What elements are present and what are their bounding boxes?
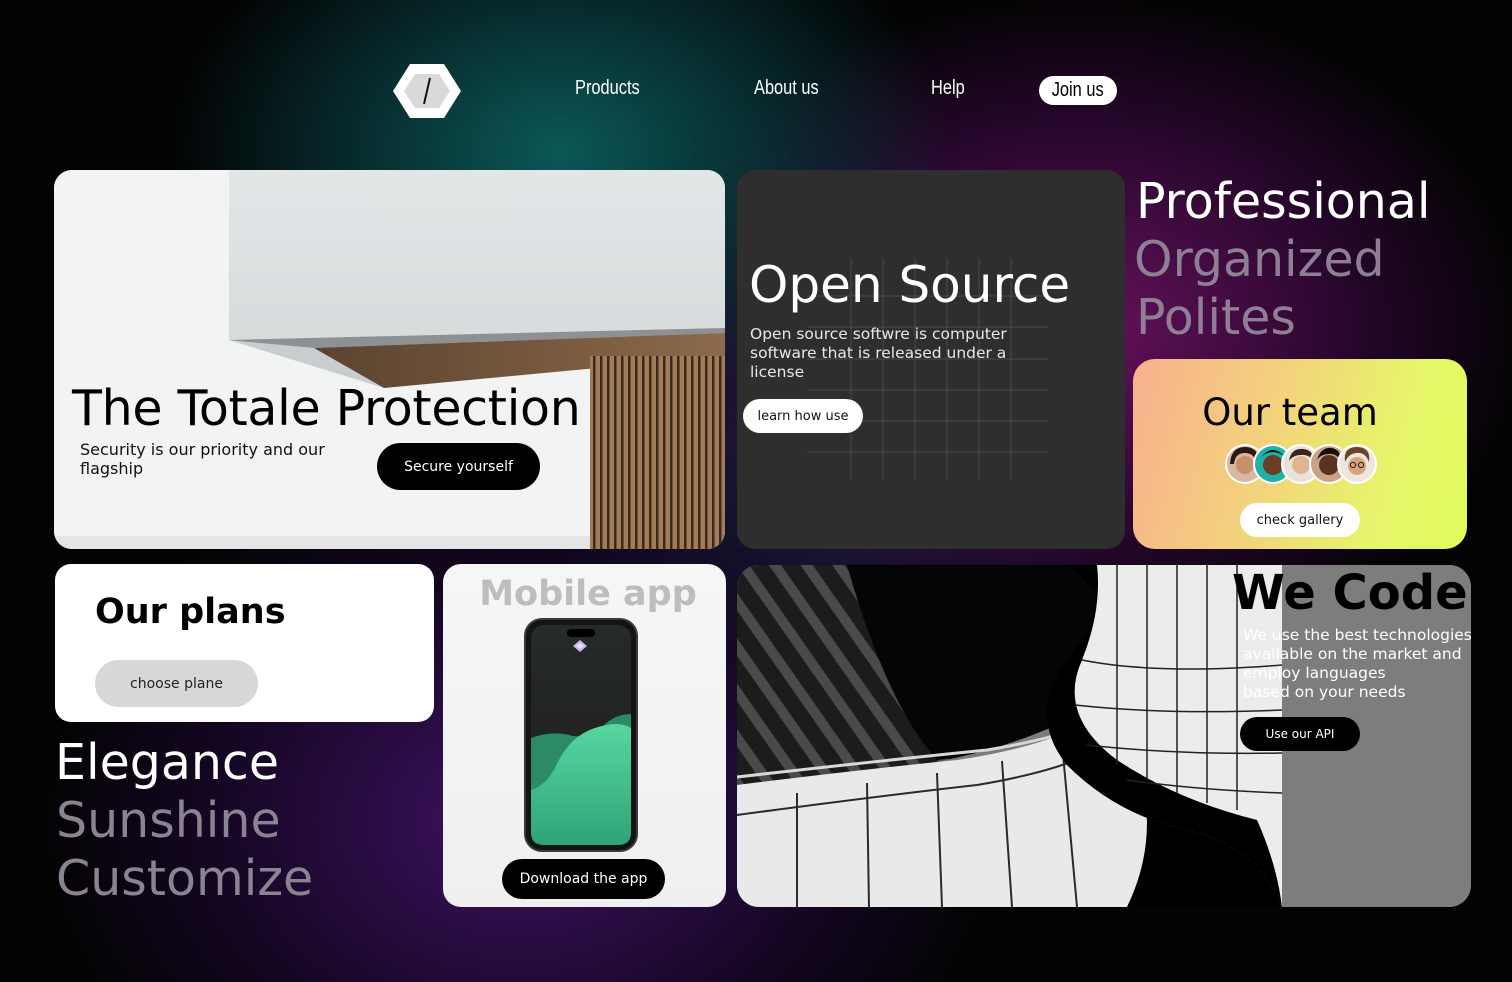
use-our-api-button[interactable]: Use our API (1240, 717, 1360, 751)
check-gallery-button[interactable]: check gallery (1240, 503, 1360, 537)
architecture-image (54, 170, 725, 549)
value-sunshine: Sunshine (56, 792, 281, 849)
join-us-button[interactable]: Join us (1039, 76, 1117, 105)
open-source-subtitle: Open source softwre is computer software… (750, 325, 1007, 381)
value-professional: Professional (1136, 173, 1431, 230)
team-avatars (1225, 444, 1377, 484)
team-title: Our team (1202, 391, 1378, 434)
nav-products[interactable]: Products (575, 77, 640, 100)
plans-title: Our plans (95, 592, 286, 632)
secure-yourself-button[interactable]: Secure yourself (377, 443, 540, 490)
nav-about-us[interactable]: About us (754, 77, 819, 100)
protection-subtitle: Security is our priority and our flagshi… (80, 440, 325, 478)
choose-plane-button[interactable]: choose plane (95, 660, 258, 707)
we-code-line: available on the market and (1243, 645, 1462, 663)
nav-help[interactable]: Help (931, 77, 965, 100)
open-source-card: Open Source Open source softwre is compu… (737, 170, 1125, 549)
phone-mockup (524, 618, 638, 852)
we-code-line: We use the best technologies (1243, 626, 1471, 644)
learn-how-use-button[interactable]: learn how use (743, 399, 863, 433)
download-app-button[interactable]: Download the app (502, 859, 665, 899)
value-customize: Customize (56, 850, 314, 907)
mobile-app-card: Mobile app Download the app (443, 564, 726, 907)
join-us-label: Join us (1052, 79, 1104, 101)
plans-card: Our plans choose plane (55, 564, 434, 722)
logo[interactable] (392, 62, 462, 120)
value-polites: Polites (1136, 289, 1296, 346)
we-code-line: employ languages (1243, 664, 1386, 682)
we-code-line: based on your needs (1243, 683, 1406, 701)
value-organized: Organized (1134, 231, 1385, 288)
open-source-title: Open Source (749, 256, 1071, 314)
we-code-card: We Code We use the best technologies ava… (737, 565, 1471, 907)
team-card: Our team check gallery (1133, 359, 1467, 549)
we-code-title: We Code (1232, 565, 1468, 621)
value-elegance: Elegance (55, 734, 279, 791)
mobile-app-title: Mobile app (479, 574, 697, 614)
protection-title: The Totale Protection (72, 380, 581, 437)
logo-diamond-icon (393, 64, 461, 118)
we-code-subtitle: We use the best technologies available o… (1243, 626, 1471, 702)
protection-card: The Totale Protection Security is our pr… (54, 170, 725, 549)
